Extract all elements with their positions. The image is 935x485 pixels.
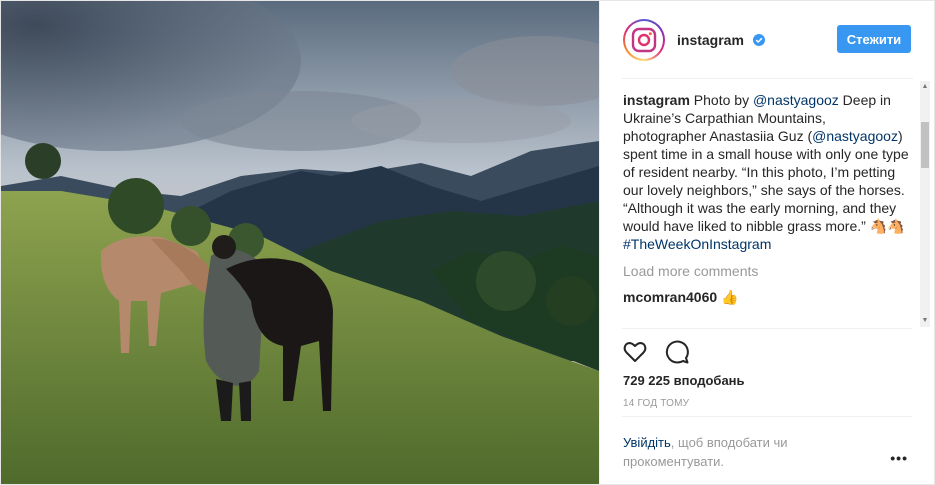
heart-icon[interactable]: [622, 339, 648, 365]
likes-count[interactable]: 729 225 вподобань: [623, 373, 745, 388]
scrollbar-thumb[interactable]: [921, 122, 929, 168]
login-prompt: Увійдіть, щоб вподобати чи прокоментуват…: [623, 433, 863, 471]
comment-username[interactable]: mcomran4060: [623, 289, 717, 305]
post-header: instagram Стежити: [600, 1, 935, 79]
header-divider: [622, 78, 913, 79]
caption: instagram Photo by @nastyagooz Deep in U…: [623, 91, 911, 253]
horses-photo-image: [1, 1, 599, 484]
scroll-up-arrow-icon[interactable]: ▲: [920, 81, 930, 93]
comments-scrollbar[interactable]: ▲ ▼: [920, 81, 930, 327]
caption-hashtag-link[interactable]: #TheWeekOnInstagram: [623, 236, 771, 252]
avatar[interactable]: [623, 19, 665, 61]
post-sidebar: instagram Стежити instagram Photo by @na…: [599, 1, 934, 484]
post-photo[interactable]: [1, 1, 599, 484]
comments-list: instagram Photo by @nastyagooz Deep in U…: [623, 91, 911, 327]
comment-text: 👍: [717, 289, 739, 305]
header-username-text[interactable]: instagram: [677, 32, 744, 48]
caption-mention-link-2[interactable]: @nastyagooz: [812, 128, 898, 144]
instagram-logo-icon: [625, 21, 663, 59]
post-timestamp[interactable]: 14 ГОД ТОМУ: [623, 398, 689, 409]
section-divider: [622, 416, 912, 417]
caption-username[interactable]: instagram: [623, 92, 690, 108]
caption-emoji: 🐴🐴: [869, 218, 905, 234]
more-options-icon[interactable]: •••: [890, 450, 908, 466]
login-link[interactable]: Увійдіть: [623, 435, 671, 450]
list-item: mcomran4060 👍: [623, 288, 911, 306]
caption-mention-link[interactable]: @nastyagooz: [753, 92, 839, 108]
verified-badge-icon: [752, 33, 765, 46]
section-divider: [622, 328, 912, 329]
load-more-comments-link[interactable]: Load more comments: [623, 262, 911, 280]
comment-icon[interactable]: [664, 339, 690, 365]
action-bar: [622, 339, 690, 365]
scroll-down-arrow-icon[interactable]: ▼: [920, 315, 930, 327]
header-username[interactable]: instagram: [677, 32, 765, 48]
follow-button[interactable]: Стежити: [837, 25, 911, 53]
post-card: instagram Стежити instagram Photo by @na…: [0, 0, 935, 485]
caption-text-1: Photo by: [689, 92, 753, 108]
